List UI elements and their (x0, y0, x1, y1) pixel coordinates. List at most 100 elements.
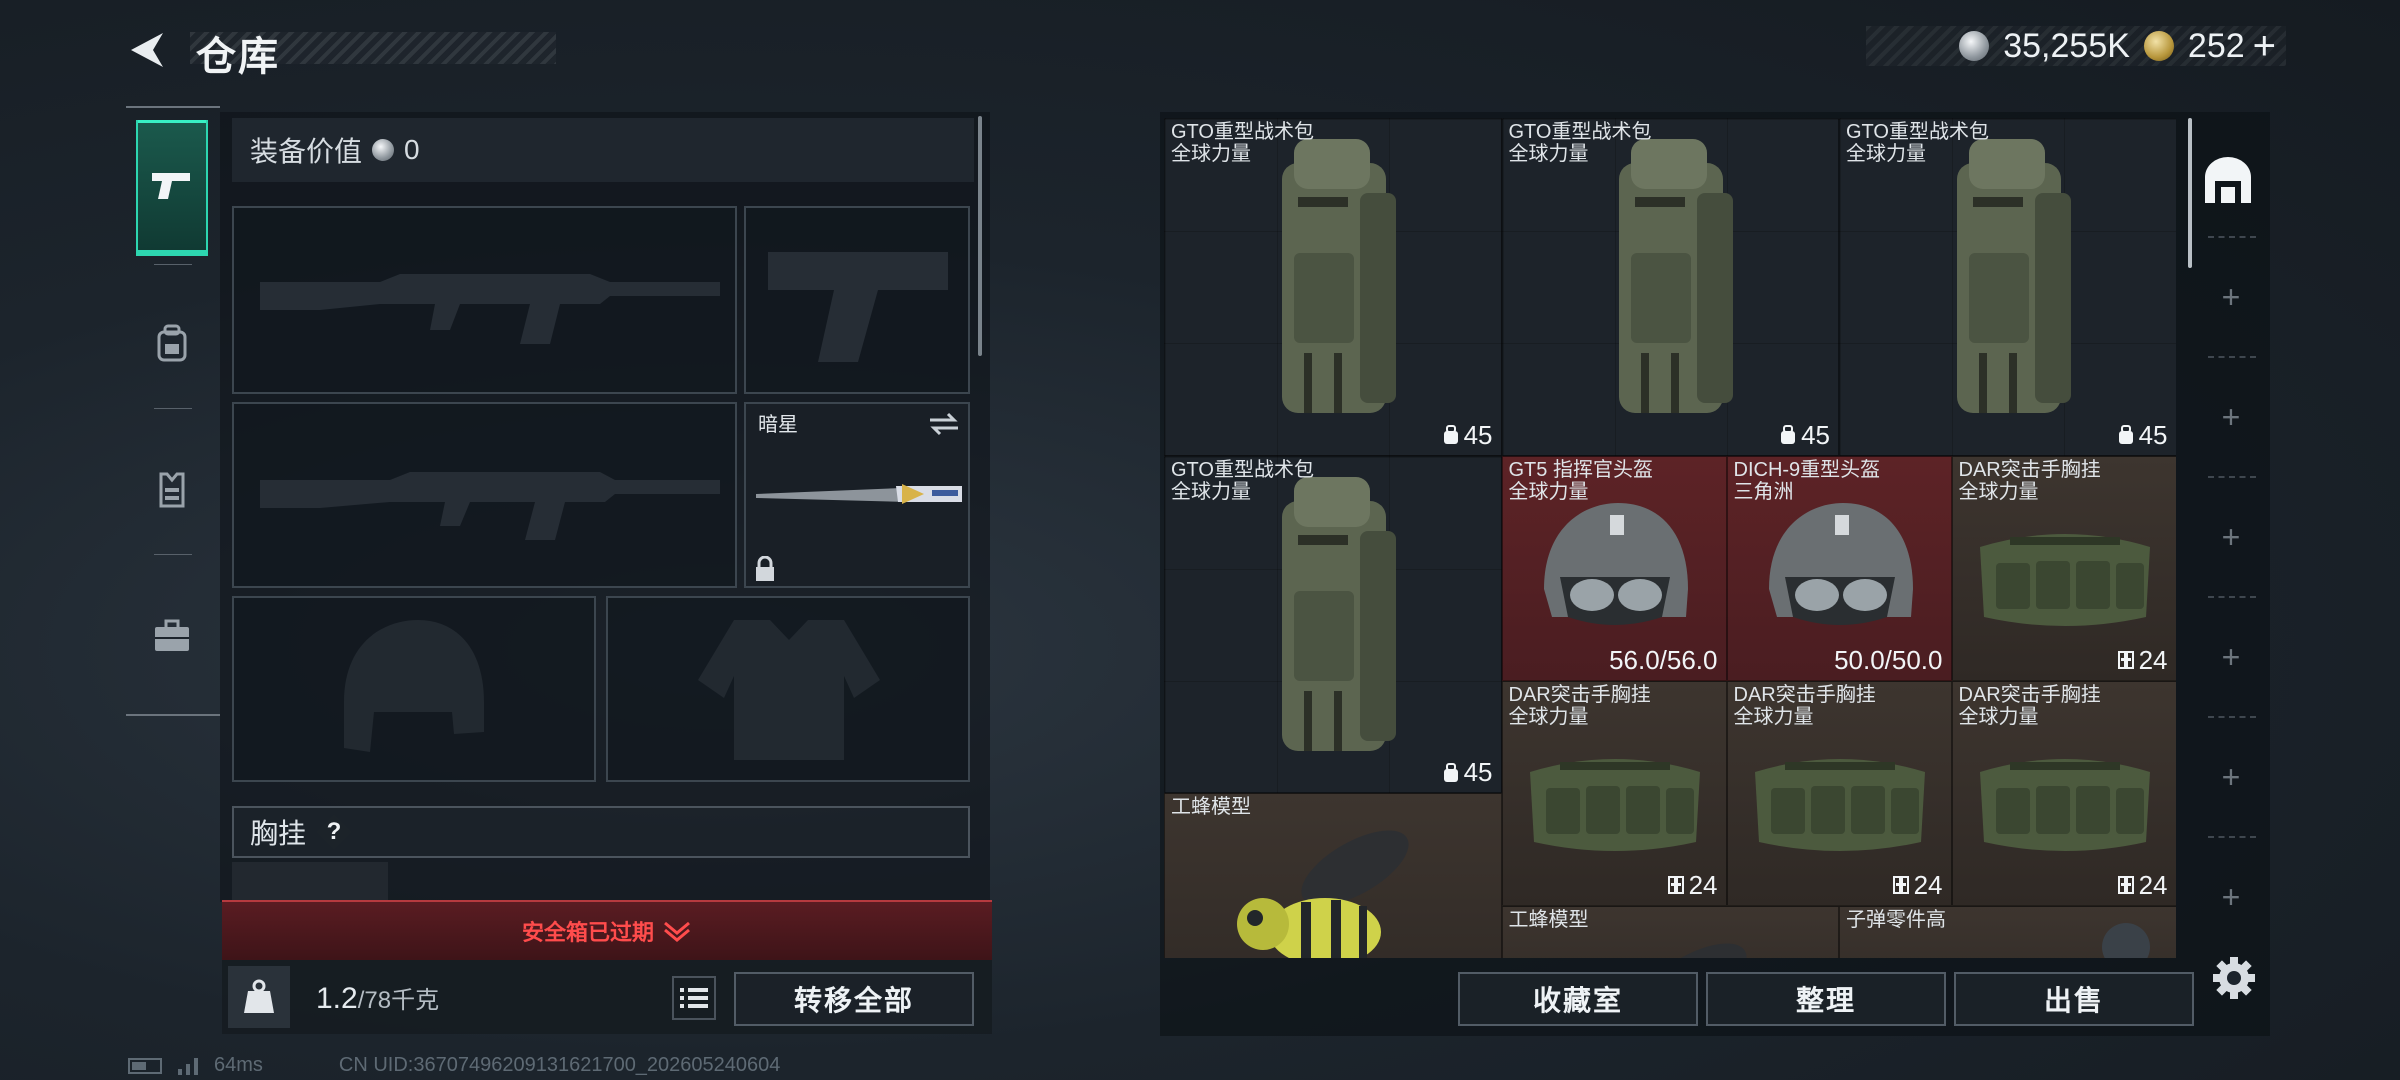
help-icon[interactable]: ? (316, 814, 353, 850)
collection-room-button[interactable]: 收藏室 (1458, 972, 1698, 1026)
side-divider (2208, 356, 2256, 358)
item-value-text: 24 (1913, 869, 1943, 900)
knife-icon (756, 484, 962, 504)
weight-icon-box (228, 966, 290, 1028)
item-name: DICH-9重型头盔 (1733, 458, 1881, 481)
add-warehouse-tab-button[interactable]: + (2214, 279, 2248, 315)
add-currency-button[interactable]: + (2253, 24, 2276, 69)
item-name: DAR突击手胸挂 (1958, 683, 2101, 706)
item-value: 24 (1892, 870, 1943, 901)
inventory-item[interactable]: GTO重型战术包 全球力量 45 (1501, 118, 1839, 456)
inventory-item[interactable]: 工蜂模型 (1164, 793, 1502, 958)
inventory-item[interactable]: 子弹零件高 (1839, 905, 2176, 958)
list-view-button[interactable] (672, 976, 716, 1020)
inventory-item[interactable]: 工蜂模型 (1501, 905, 1839, 958)
sidearm-slot[interactable] (744, 206, 970, 394)
chest-rig-slot[interactable] (232, 862, 388, 902)
side-divider (2208, 476, 2256, 478)
inventory-item[interactable]: DICH-9重型头盔 三角洲 50.0/50.0 (1726, 455, 1952, 681)
item-value-text: 45 (1463, 419, 1493, 450)
knife-name: 暗星 (758, 414, 798, 436)
add-warehouse-tab-button[interactable]: + (2214, 759, 2248, 795)
pistol-silhouette-icon (768, 252, 948, 362)
weight-max: /78千克 (357, 987, 440, 1014)
item-value: 45 (2117, 420, 2168, 451)
helmet-icon (1544, 502, 1688, 625)
primary-weapon-slot[interactable] (232, 206, 737, 394)
loadout-tab-column (126, 106, 220, 716)
inventory-scrollbar[interactable] (2188, 118, 2192, 268)
safebox-expired-banner[interactable]: 安全箱已过期 (222, 900, 992, 960)
weight-kg-icon (244, 979, 274, 1013)
side-divider (2208, 836, 2256, 838)
warehouse-tab-main[interactable] (2196, 140, 2260, 220)
backpack-icon (1281, 476, 1396, 751)
status-line: 64ms CN UID:3670749620913162170​0_202605… (128, 1054, 780, 1077)
capacity-icon (2118, 425, 2133, 444)
slots-icon (2117, 876, 2134, 894)
capacity-icon (1781, 425, 1796, 444)
inventory-item[interactable]: GTO重型战术包 全球力量 45 (1839, 118, 2176, 456)
inventory-item[interactable]: GT5 指挥官头盔 全球力量 56.0/56.0 (1501, 455, 1727, 681)
capacity-icon (1443, 425, 1458, 444)
chevron-down-icon (664, 921, 690, 942)
item-value-text: 45 (1801, 419, 1830, 450)
armor-silhouette-icon (698, 620, 880, 760)
tab-briefcase[interactable] (136, 570, 208, 702)
inventory-item[interactable]: DAR突击手胸挂 全球力量 24 (1951, 455, 2176, 681)
item-origin: 三角洲 (1733, 480, 1794, 503)
inventory-item[interactable]: DAR突击手胸挂 全球力量 24 (1951, 680, 2176, 906)
item-name: GTO重型战术包 (1171, 458, 1314, 481)
secondary-weapon-slot[interactable] (232, 402, 737, 588)
gold-coin-icon (2143, 31, 2174, 61)
equipment-value: 装备价值 0 (232, 118, 974, 182)
vest-icon (159, 472, 185, 508)
item-name: GTO重型战术包 (1171, 121, 1314, 143)
item-name: 子弹零件高 (1846, 908, 1946, 931)
inventory-item[interactable]: DAR突击手胸挂 全球力量 24 (1501, 680, 1727, 906)
battery-icon (128, 1057, 162, 1074)
helmet-slot[interactable] (232, 596, 596, 782)
add-warehouse-tab-button[interactable]: + (2214, 519, 2248, 555)
tab-weapons[interactable] (136, 120, 208, 256)
tab-vest[interactable] (136, 424, 208, 556)
sort-button[interactable]: 整理 (1706, 972, 1946, 1026)
transfer-all-button[interactable]: 转移全部 (734, 972, 974, 1026)
add-warehouse-tab-button[interactable]: + (2214, 639, 2248, 675)
helmet-icon (1769, 502, 1913, 625)
add-warehouse-tab-button[interactable]: + (2214, 399, 2248, 435)
inventory-item[interactable]: DAR突击手胸挂 全球力量 24 (1726, 680, 1952, 906)
item-name: GT5 指挥官头盔 (1508, 458, 1653, 481)
item-name: DAR突击手胸挂 (1733, 683, 1876, 706)
settings-button[interactable] (2210, 954, 2258, 1002)
inventory-item[interactable]: GTO重型战术包 全球力量 45 (1164, 118, 1502, 456)
item-name: GTO重型战术包 (1846, 121, 1989, 143)
item-name: DAR突击手胸挂 (1508, 683, 1651, 706)
helmet-silhouette-icon (344, 620, 484, 752)
slots-icon (2117, 651, 2134, 669)
item-value: 45 (1442, 757, 1493, 788)
item-origin: 全球力量 (1958, 705, 2039, 728)
equipment-scrollbar[interactable] (978, 116, 982, 356)
inventory-item[interactable]: GTO重型战术包 全球力量 45 (1164, 455, 1502, 793)
melee-weapon-slot[interactable]: 暗星 (744, 402, 970, 588)
add-warehouse-tab-button[interactable]: + (2214, 879, 2248, 915)
item-origin: 全球力量 (1508, 480, 1589, 503)
item-value-text: 45 (1463, 757, 1493, 787)
tab-backpack[interactable] (136, 278, 208, 410)
chest-rig-icon (1755, 758, 1925, 851)
gear-icon (2213, 957, 2255, 999)
backpack-icon (1281, 139, 1396, 413)
armor-slot[interactable] (606, 596, 970, 782)
item-value: 24 (2117, 645, 2168, 676)
item-value: 24 (1667, 870, 1718, 901)
back-button[interactable] (118, 22, 174, 78)
backpack-icon (1956, 139, 2071, 413)
item-origin: 全球力量 (1846, 143, 1926, 165)
item-origin: 全球力量 (1508, 143, 1589, 165)
ping-text: 64ms (214, 1054, 263, 1076)
sell-button[interactable]: 出售 (1954, 972, 2194, 1026)
item-value-text: 45 (2138, 419, 2168, 450)
inventory-grid: GTO重型战术包 全球力量 45 GTO重型战术包 全球力量 45 GTO重型战术包 全球力量… (1164, 118, 2176, 958)
swap-icon (930, 412, 958, 436)
